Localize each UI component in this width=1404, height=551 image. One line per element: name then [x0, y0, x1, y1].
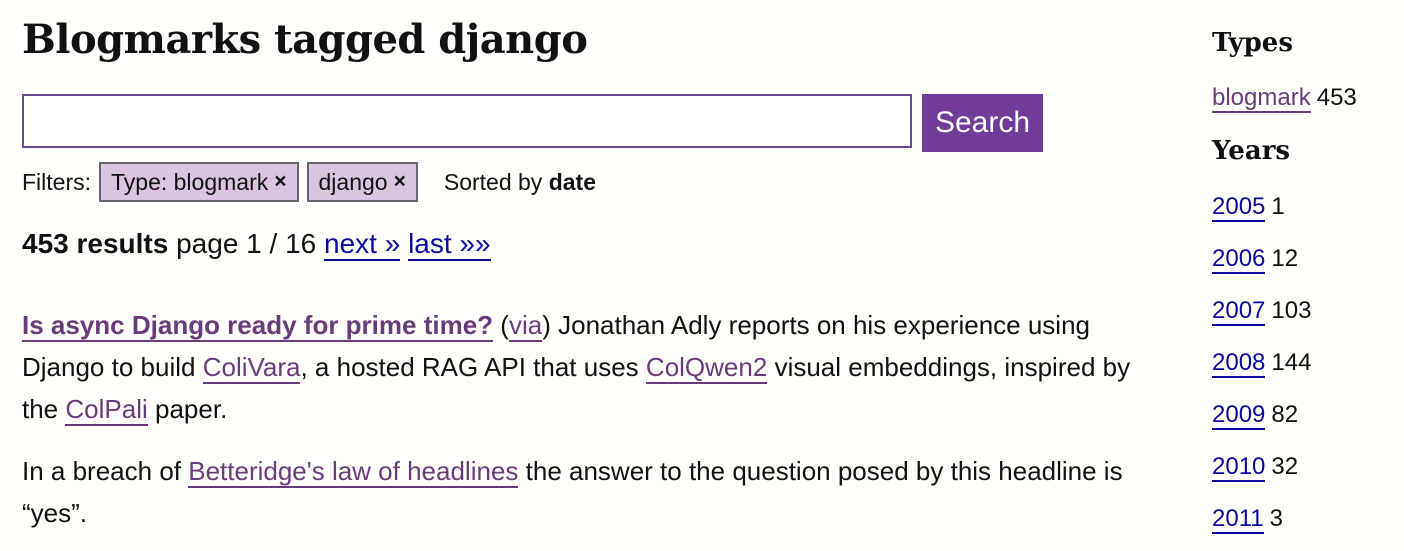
- year-facet-link[interactable]: 2006: [1212, 245, 1266, 274]
- search-button[interactable]: Search: [922, 94, 1043, 152]
- blogmark-entry: Is async Django ready for prime time? (v…: [22, 304, 1147, 534]
- filter-pill-type[interactable]: Type: blogmark ×: [99, 162, 299, 202]
- facet-count: 82: [1271, 401, 1299, 428]
- entry-title-link[interactable]: Is async Django ready for prime time?: [22, 310, 494, 342]
- filter-pill-tag[interactable]: django ×: [306, 162, 418, 202]
- year-facet-link[interactable]: 2010: [1212, 453, 1266, 482]
- colqwen2-link[interactable]: ColQwen2: [645, 352, 768, 384]
- colpali-link[interactable]: ColPali: [65, 394, 148, 426]
- types-heading: Types: [1212, 28, 1293, 58]
- year-facet-link[interactable]: 2011: [1212, 505, 1264, 534]
- entry-text: paper.: [155, 394, 228, 424]
- year-facet-link[interactable]: 2005: [1212, 193, 1266, 222]
- via-link[interactable]: via: [508, 310, 543, 342]
- via-paren-close: ): [542, 310, 551, 340]
- page-indicator: page 1 / 16: [176, 228, 317, 259]
- page-title: Blogmarks tagged django: [22, 16, 588, 63]
- facet-year: 2007 103: [1212, 297, 1312, 326]
- facet-count: 3: [1269, 505, 1283, 532]
- sort-value: date: [548, 168, 596, 195]
- results-count: 453 results: [22, 228, 169, 259]
- filter-pill-label: Type: blogmark: [111, 168, 269, 195]
- year-facet-link[interactable]: 2009: [1212, 401, 1266, 430]
- remove-filter-icon[interactable]: ×: [394, 170, 406, 194]
- search-input[interactable]: [22, 94, 912, 148]
- year-facet-link[interactable]: 2007: [1212, 297, 1266, 326]
- last-page-link[interactable]: last »»: [408, 228, 491, 261]
- results-summary: 453 results page 1 / 16 next » last »»: [22, 228, 491, 261]
- entry-text: , a hosted RAG API that uses: [300, 352, 639, 382]
- facet-count: 12: [1271, 245, 1299, 272]
- type-facet-link[interactable]: blogmark: [1212, 84, 1311, 113]
- facet-year: 2011 3: [1212, 505, 1283, 534]
- filter-pill-label: django: [318, 168, 388, 195]
- remove-filter-icon[interactable]: ×: [274, 170, 286, 194]
- next-page-link[interactable]: next »: [324, 228, 401, 261]
- years-heading: Years: [1212, 136, 1291, 166]
- year-facet-link[interactable]: 2008: [1212, 349, 1266, 378]
- facet-year: 2010 32: [1212, 453, 1299, 482]
- filters-label: Filters:: [22, 168, 91, 195]
- entry-summary: Is async Django ready for prime time? (v…: [22, 304, 1147, 430]
- colivara-link[interactable]: ColiVara: [202, 352, 301, 384]
- facet-type-blogmark: blogmark 453: [1212, 84, 1357, 113]
- filters-bar: Filters: Type: blogmark × django × Sorte…: [22, 162, 596, 202]
- facet-year: 2009 82: [1212, 401, 1299, 430]
- facet-count: 103: [1271, 297, 1312, 324]
- facet-count: 32: [1271, 453, 1299, 480]
- betteridge-link[interactable]: Betteridge's law of headlines: [188, 456, 519, 488]
- sort-prefix: Sorted by: [443, 168, 543, 195]
- facet-year: 2006 12: [1212, 245, 1299, 274]
- facet-count: 1: [1271, 193, 1285, 220]
- facet-count: 453: [1316, 84, 1357, 111]
- entry-text: In a breach of: [22, 456, 181, 486]
- facet-year: 2005 1: [1212, 193, 1285, 222]
- facet-count: 144: [1271, 349, 1312, 376]
- entry-commentary: In a breach of Betteridge's law of headl…: [22, 450, 1147, 534]
- search-form: Search: [22, 94, 1043, 152]
- via-paren-open: (: [500, 310, 509, 340]
- facet-year: 2008 144: [1212, 349, 1312, 378]
- sort-indicator: Sorted by date: [444, 169, 596, 196]
